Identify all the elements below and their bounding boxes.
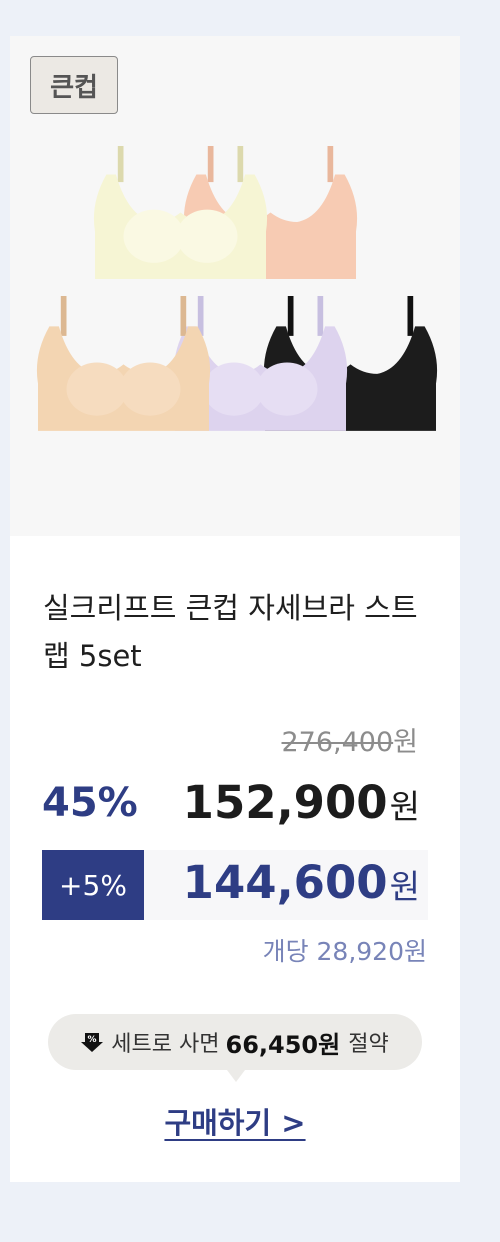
sale-price-value: 152,900 xyxy=(182,776,388,829)
buy-link[interactable]: 구매하기 > xyxy=(10,1100,460,1142)
per-item-price: 개당 28,920원 xyxy=(262,937,427,966)
discount-down-arrow-icon: % xyxy=(81,1031,104,1053)
original-price-value: 276,400 xyxy=(281,727,394,758)
saving-prefix: 세트로 사면 xyxy=(111,1032,220,1057)
discount-percent: 45% xyxy=(42,780,138,826)
product-title[interactable]: 실크리프트 큰컵 자세브라 스트랩 5set xyxy=(43,584,443,680)
saving-amount: 66,450원 xyxy=(225,1030,341,1059)
bra-cream xyxy=(93,146,268,279)
extra-discount-badge: +5% xyxy=(42,850,144,920)
extra-discount-row: +5% 144,600원 xyxy=(42,850,428,920)
extra-price-value: 144,600 xyxy=(182,856,388,909)
product-image[interactable]: 큰컵 xyxy=(10,36,460,536)
extra-discount-price: 144,600원 xyxy=(183,856,420,909)
saving-suffix: 절약 xyxy=(348,1032,389,1057)
cup-size-tag: 큰컵 xyxy=(30,56,118,114)
sale-price: 152,900원 xyxy=(183,776,420,829)
bra-beige xyxy=(36,296,211,431)
sale-price-unit: 원 xyxy=(389,787,420,826)
original-price: 276,400원 xyxy=(282,720,419,759)
svg-text:%: % xyxy=(88,1035,97,1045)
product-card[interactable]: 큰컵 실크리프트 큰컵 자세브라 스트랩 5set 276,400원 45% 1… xyxy=(10,36,460,1182)
set-saving-bubble: % 세트로 사면 66,450원 절약 xyxy=(48,1014,422,1082)
bra-set-illustration xyxy=(36,146,438,431)
extra-price-unit: 원 xyxy=(389,867,420,906)
original-price-unit: 원 xyxy=(393,727,418,758)
